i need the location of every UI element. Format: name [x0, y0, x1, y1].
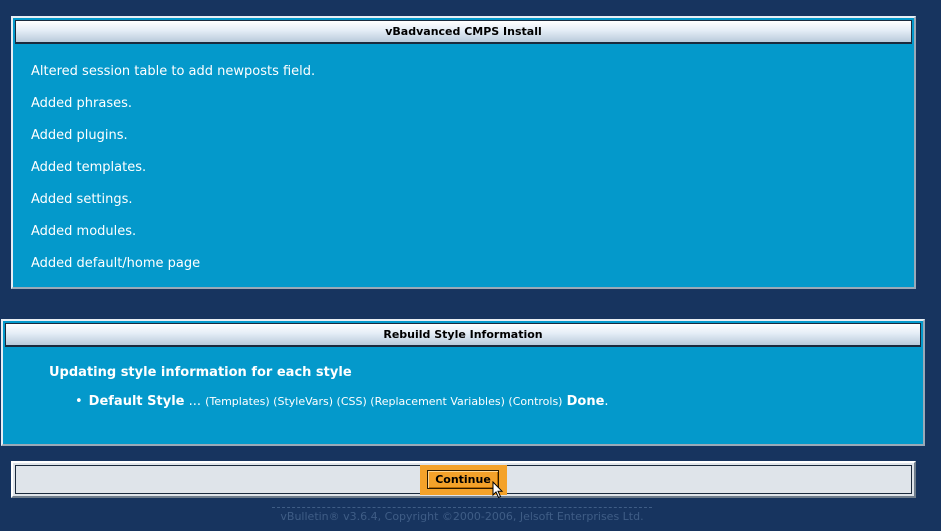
install-log-line: Altered session table to add newposts fi…	[31, 64, 316, 79]
footer-copyright: vBulletin® v3.6.4, Copyright ©2000-2006,…	[272, 507, 652, 523]
install-panel-title: vBadvanced CMPS Install	[15, 20, 912, 44]
style-ellipsis: ...	[188, 394, 202, 409]
install-log-line: Added settings.	[31, 192, 133, 207]
install-log-line: Added modules.	[31, 224, 137, 239]
bullet-icon: •	[75, 394, 83, 409]
rebuild-style-panel-title: Rebuild Style Information	[5, 323, 921, 347]
style-done-label: Done	[566, 394, 605, 409]
style-done-period: .	[604, 394, 609, 409]
install-log-line: Added plugins.	[31, 128, 128, 143]
rebuild-style-panel: Rebuild Style Information Updating style…	[1, 319, 925, 446]
install-log-line: Added phrases.	[31, 96, 133, 111]
continue-button[interactable]: Continue	[427, 470, 499, 489]
rebuild-style-heading: Updating style information for each styl…	[49, 365, 352, 380]
style-rebuild-steps: (Templates) (StyleVars) (CSS) (Replaceme…	[205, 395, 563, 408]
style-rebuild-item: • Default Style ... (Templates) (StyleVar…	[75, 394, 609, 409]
install-log-line: Added default/home page	[31, 256, 201, 271]
install-log: Altered session table to add newposts fi…	[13, 46, 914, 280]
arrow-cursor-icon	[492, 481, 504, 499]
install-log-line: Added templates.	[31, 160, 147, 175]
install-panel: vBadvanced CMPS Install Altered session …	[11, 16, 916, 289]
style-name: Default Style	[88, 394, 185, 409]
